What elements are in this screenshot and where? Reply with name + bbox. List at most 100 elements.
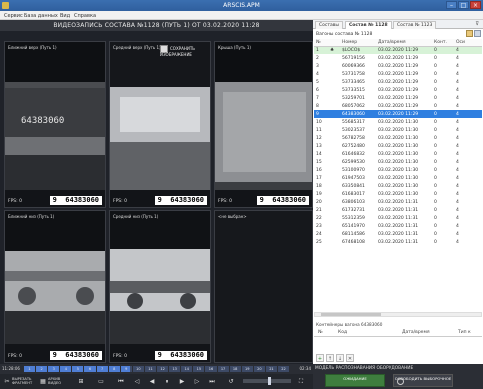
table-row[interactable]: 6 53733515 03.02.2020 11:29 0 4 [314,86,482,94]
forward-icon[interactable]: ▷ [192,377,202,386]
table-row[interactable]: 5 53733465 03.02.2020 11:29 0 4 [314,78,482,86]
timeline-tick[interactable]: 1 [24,366,37,372]
containers-col-header[interactable]: № [314,329,334,337]
table-row[interactable]: 22 55312359 03.02.2020 11:31 0 4 [314,214,482,222]
wagons-col-header[interactable]: № [314,39,328,47]
archive-icon[interactable]: ▦ [38,377,48,386]
menu-service[interactable]: Сервис [4,13,23,19]
table-row[interactable]: 16 53100970 03.02.2020 11:30 0 4 [314,166,482,174]
timeline-tick[interactable]: 9 [121,366,133,372]
pause-icon[interactable]: ⏸ [162,377,172,386]
fullscreen-icon[interactable]: ⛶ [296,377,306,386]
table-row[interactable]: 7 53259701 03.02.2020 11:29 0 4 [314,94,482,102]
minimize-button[interactable]: – [446,1,457,9]
timeline-tick[interactable]: 4 [60,366,73,372]
table-row[interactable]: 1 ♣ $LOCO$ 03.02.2020 11:29 0 4 [314,46,482,54]
maximize-button[interactable]: □ [458,1,469,9]
table-row[interactable]: 15 62599530 03.02.2020 11:30 0 4 [314,158,482,166]
timeline-tick[interactable]: 7 [97,366,109,372]
step-forward-icon[interactable]: ⏭ [207,377,217,386]
camera-middle-bottom[interactable]: Средний низ (Путь 1) FPS: 0 9 64383060 [109,210,211,363]
waiting-button[interactable]: ОЖИДАНИЕ [325,374,385,387]
timeline-tick[interactable]: 14 [181,366,194,372]
step-back-icon[interactable]: ⏮ [116,377,126,386]
timeline-tick[interactable]: 15 [193,366,206,372]
wagons-col-header[interactable]: Оси [454,39,482,47]
table-row[interactable]: 11 53023537 03.02.2020 11:30 0 4 [314,126,482,134]
timeline-tick[interactable]: 20 [254,366,266,372]
play-icon[interactable]: ▶ [177,377,187,386]
menu-help[interactable]: Справка [74,13,96,19]
table-row[interactable]: 19 61683017 03.02.2020 11:30 0 4 [314,190,482,198]
archive-video-label[interactable]: АРХИВ ВИДЕО [48,377,70,385]
timeline-tick[interactable]: 17 [218,366,230,372]
table-row[interactable]: 12 56782758 03.02.2020 11:30 0 4 [314,134,482,142]
table-row[interactable]: 23 65141970 03.02.2020 11:31 0 4 [314,222,482,230]
timeline-tick[interactable]: 3 [48,366,61,372]
tab-trains[interactable]: Составы [315,21,343,29]
cut-icon[interactable]: ✂ [2,377,12,386]
containers-col-header[interactable]: Дата/время [398,329,454,337]
table-row[interactable]: 13 62752480 03.02.2020 11:30 0 4 [314,142,482,150]
table-row[interactable]: 9 64383060 03.02.2020 11:29 0 4 [314,110,482,118]
timeline[interactable]: 11:28:06 1 2 3 4 5 6 7 8 9 10 11 12 13 14 15 16 17 18 19 20… [0,364,313,374]
containers-col-header[interactable]: Тип к [454,329,482,337]
timeline-tick[interactable]: 19 [242,366,254,372]
tab-train-1128[interactable]: Состав № 1128 [345,21,392,29]
play-back-icon[interactable]: ◀ [147,377,157,386]
table-row[interactable]: 14 61646832 03.02.2020 11:30 0 4 [314,150,482,158]
timeline-tick[interactable]: 5 [72,366,85,372]
loop-icon[interactable]: ↺ [226,377,236,386]
timeline-tick[interactable]: 16 [205,366,218,372]
table-row[interactable]: 25 67468108 03.02.2020 11:31 0 4 [314,238,482,246]
camera-middle-top[interactable]: Средний верх (Путь 1) СОХРАНИТЬ ИЗОБРАЖЕ… [109,41,211,208]
speed-slider-knob[interactable] [268,377,272,385]
close-button[interactable]: × [470,1,481,9]
table-row[interactable]: 4 53731758 03.02.2020 11:29 0 4 [314,70,482,78]
speed-slider[interactable] [243,377,291,385]
table-row[interactable]: 21 61732731 03.02.2020 11:31 0 4 [314,206,482,214]
table-row[interactable]: 17 61947503 03.02.2020 11:30 0 4 [314,174,482,182]
arrow-up-icon[interactable]: ↑ [326,354,334,362]
table-row[interactable]: 18 63350841 03.02.2020 11:30 0 4 [314,182,482,190]
timeline-tick[interactable]: 18 [230,366,242,372]
cut-fragment-label[interactable]: ВЫРЕЗАТЬ ФРАГМЕНТ [12,377,36,385]
wagons-col-header[interactable]: Номер [340,39,376,47]
timeline-track[interactable]: 1 2 3 4 5 6 7 8 9 10 11 12 13 14 15 16 17 18 19 20 21 22 [24,366,291,372]
table-row[interactable]: 20 63806103 03.02.2020 11:31 0 4 [314,198,482,206]
horizontal-scrollbar[interactable] [314,312,482,317]
timeline-tick[interactable]: 8 [109,366,121,372]
scroll-thumb[interactable] [321,313,381,316]
table-row[interactable]: 24 68114586 03.02.2020 11:31 0 4 [314,230,482,238]
timeline-tick[interactable]: 21 [266,366,278,372]
rewind-icon[interactable]: ◁ [132,377,142,386]
pin-icon[interactable]: ⊽ [475,21,479,27]
export-icon[interactable] [466,30,473,37]
menu-database[interactable]: База данных [24,13,58,19]
table-row[interactable]: 10 55685317 03.02.2020 11:30 0 4 [314,118,482,126]
timeline-tick[interactable]: 13 [169,366,182,372]
camera-empty[interactable]: <не выбран> [214,210,313,363]
camera-near-top[interactable]: Ближний верх (Путь 1) 64383060 FPS: 0 9 … [4,41,106,208]
timeline-tick[interactable]: 12 [157,366,170,372]
release-button[interactable]: ОСВОБОДИТЬ ВЫБОРОЧНОЕ [393,374,453,387]
grid-view-icon[interactable]: ⊞ [76,377,86,386]
add-icon[interactable]: + [316,354,324,362]
table-row[interactable]: 2 56719156 03.02.2020 11:29 0 4 [314,54,482,62]
timeline-tick[interactable]: 6 [84,366,97,372]
timeline-tick[interactable]: 2 [36,366,49,372]
timeline-tick[interactable]: 11 [145,366,158,372]
arrow-down-icon[interactable]: ↓ [336,354,344,362]
screen-icon[interactable]: ▭ [96,377,106,386]
print-icon[interactable] [474,30,481,37]
save-image-button[interactable]: СОХРАНИТЬ ИЗОБРАЖЕНИЕ [160,45,210,57]
camera-near-bottom[interactable]: Ближний низ (Путь 1) FPS: 0 9 64383060 [4,210,106,363]
tab-train-1123[interactable]: Состав № 1123 [393,21,437,29]
timeline-tick[interactable]: 22 [278,366,291,372]
delete-icon[interactable]: ✕ [346,354,354,362]
table-row[interactable]: 8 68057062 03.02.2020 11:29 0 4 [314,102,482,110]
table-row[interactable]: 3 60069366 03.02.2020 11:29 0 4 [314,62,482,70]
wagons-col-header[interactable] [328,39,340,47]
containers-col-header[interactable]: Код [334,329,398,337]
menu-view[interactable]: Вид [60,13,70,19]
